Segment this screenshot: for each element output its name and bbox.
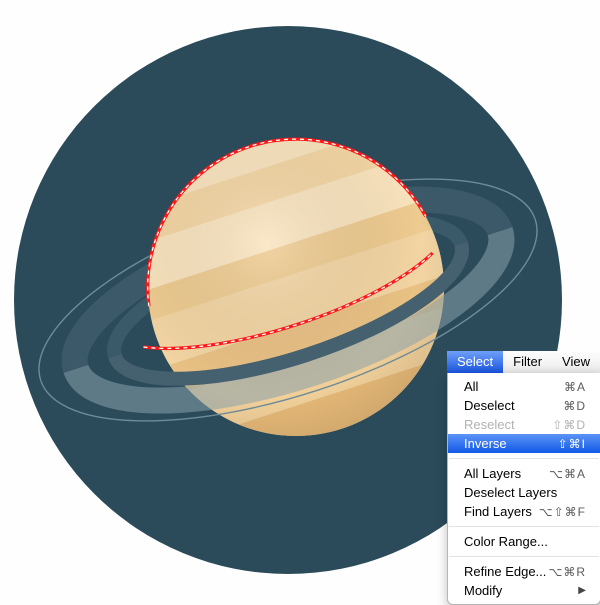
menu-item-label: Deselect: [464, 398, 563, 413]
menu-select[interactable]: Select: [447, 351, 503, 373]
menu-item-deselect-layers[interactable]: Deselect Layers: [448, 483, 600, 502]
menu-item-deselect[interactable]: Deselect ⌘D: [448, 396, 600, 415]
menu-item-shortcut: ⇧⌘I: [558, 437, 586, 451]
menu-item-modify[interactable]: Modify ▶: [448, 581, 600, 600]
menu-item-label: Inverse: [464, 436, 558, 451]
select-menu-dropdown[interactable]: All ⌘A Deselect ⌘D Reselect ⇧⌘D Inverse …: [447, 373, 600, 605]
chevron-right-icon: ▶: [578, 585, 586, 596]
menu-item-refine-edge[interactable]: Refine Edge... ⌥⌘R: [448, 562, 600, 581]
menu-item-label: Deselect Layers: [464, 485, 586, 500]
menu-item-reselect: Reselect ⇧⌘D: [448, 415, 600, 434]
menu-item-label: Reselect: [464, 417, 552, 432]
menu-separator: [449, 458, 599, 459]
menu-item-all[interactable]: All ⌘A: [448, 377, 600, 396]
menu-item-label: Refine Edge...: [464, 564, 549, 579]
menu-item-shortcut: ⌥⌘R: [549, 565, 587, 579]
menu-item-shortcut: ⇧⌘D: [552, 418, 586, 432]
menu-item-shortcut: ⌘A: [564, 380, 586, 394]
menu-view[interactable]: View: [552, 351, 600, 373]
menu-item-label: Find Layers: [464, 504, 539, 519]
menu-item-shortcut: ⌘D: [563, 399, 586, 413]
menu-item-label: All: [464, 379, 564, 394]
menu-item-find-layers[interactable]: Find Layers ⌥⇧⌘F: [448, 502, 600, 521]
menu-item-label: Color Range...: [464, 534, 586, 549]
app-menubar[interactable]: SelectFilterViewWindo: [447, 351, 600, 374]
menu-item-shortcut: ⌥⌘A: [549, 467, 586, 481]
menu-separator: [449, 526, 599, 527]
menu-item-all-layers[interactable]: All Layers ⌥⌘A: [448, 464, 600, 483]
menu-separator: [449, 556, 599, 557]
menu-item-label: All Layers: [464, 466, 549, 481]
menu-item-shortcut: ⌥⇧⌘F: [539, 505, 586, 519]
menu-item-inverse[interactable]: Inverse ⇧⌘I: [448, 434, 600, 453]
menu-filter[interactable]: Filter: [503, 351, 552, 373]
menu-item-color-range[interactable]: Color Range...: [448, 532, 600, 551]
